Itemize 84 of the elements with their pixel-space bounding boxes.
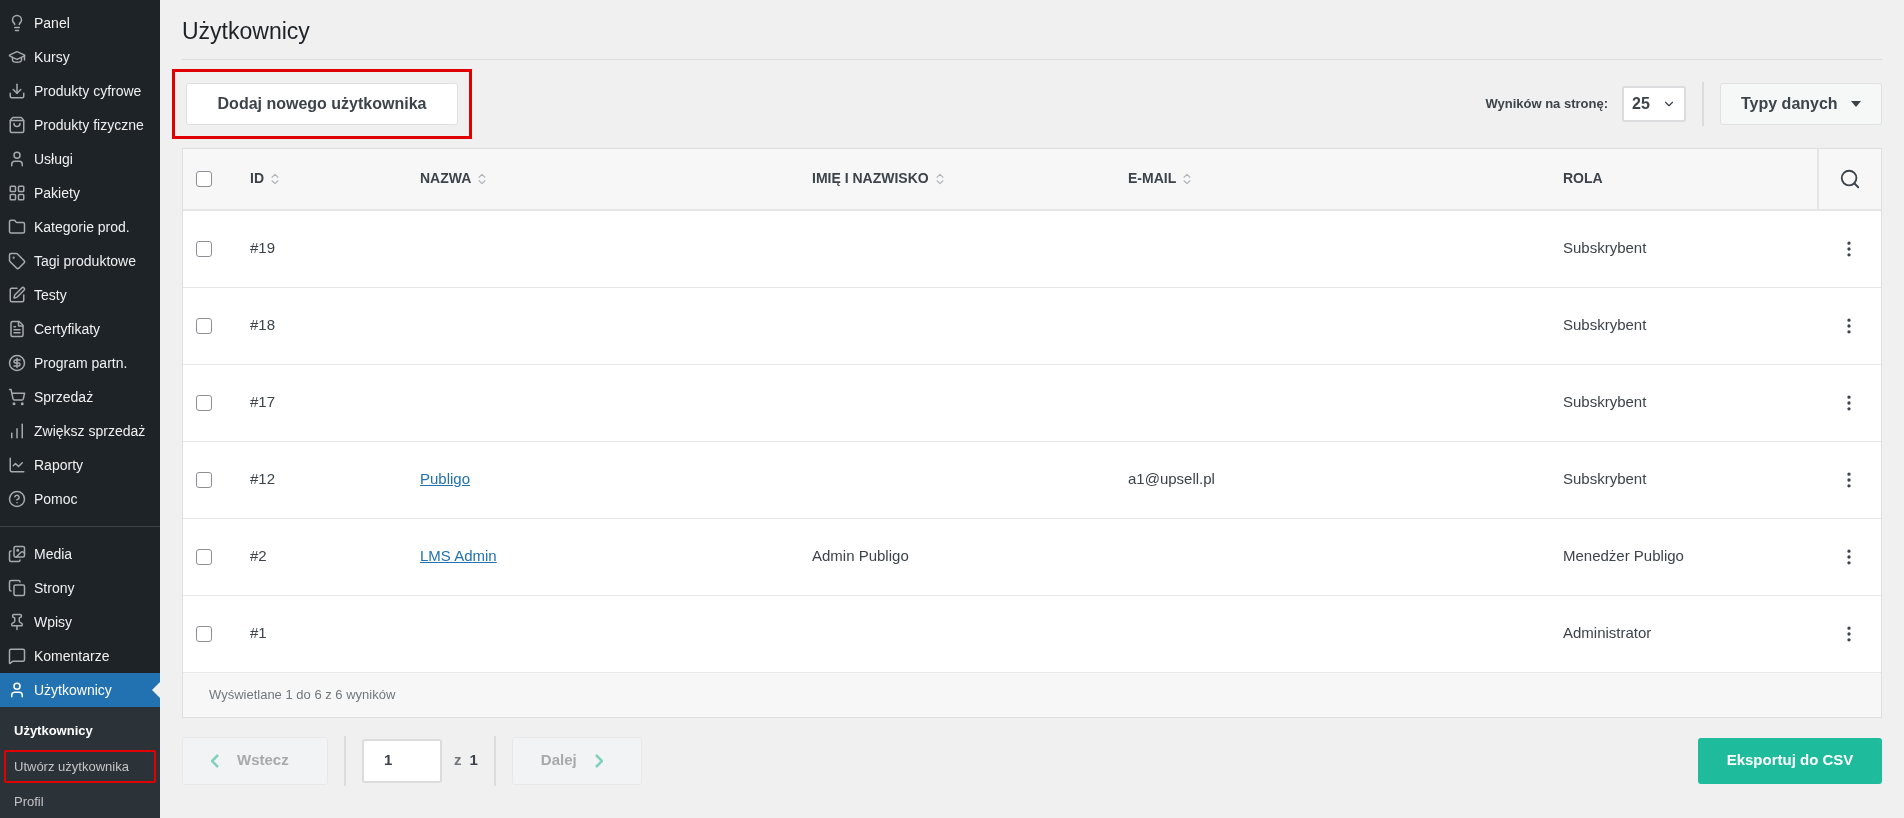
table-cell: #2 xyxy=(250,547,267,565)
sidebar-item[interactable]: Wpisy xyxy=(0,605,160,639)
table-cell: Admin Publigo xyxy=(812,547,909,565)
sidebar-item[interactable]: Program partn. xyxy=(0,346,160,380)
user-link[interactable]: LMS Admin xyxy=(420,547,497,565)
chevron-right-icon xyxy=(594,753,603,768)
table-cell: #1 xyxy=(250,624,267,642)
column-header[interactable]: ID xyxy=(250,168,282,189)
table-cell: Subskrybent xyxy=(1563,470,1647,488)
table-cell: Subskrybent xyxy=(1563,239,1647,257)
sidebar-item[interactable]: Usługi xyxy=(0,142,160,176)
column-header[interactable]: E-MAIL xyxy=(1128,168,1195,189)
column-header: ROLA xyxy=(1563,169,1603,188)
shopping-bag-icon xyxy=(8,116,26,134)
table-cell: Menedżer Publigo xyxy=(1563,547,1684,565)
table-cell: #19 xyxy=(250,239,276,257)
submenu-item[interactable]: Utwórz użytkownika xyxy=(4,749,156,783)
table-cell: Administrator xyxy=(1563,624,1652,642)
table-cell: #12 xyxy=(250,470,276,488)
per-page-select[interactable]: 25 xyxy=(1622,85,1686,122)
checkbox[interactable] xyxy=(196,548,212,565)
of-label: z xyxy=(454,750,462,771)
table-cell: #17 xyxy=(250,393,276,411)
sidebar-item[interactable]: Testy xyxy=(0,278,160,312)
tag-icon xyxy=(8,252,26,270)
sidebar-item[interactable]: Zwiększ sprzedaż xyxy=(0,414,160,448)
dollar-circle-icon xyxy=(8,354,26,372)
checkbox[interactable] xyxy=(196,170,212,187)
submenu-item[interactable]: Użytkownicy xyxy=(4,714,156,748)
document-icon xyxy=(8,320,26,338)
sidebar-item[interactable]: Kategorie prod. xyxy=(0,210,160,244)
total-pages: 1 xyxy=(469,750,478,771)
search-icon[interactable] xyxy=(1839,167,1861,190)
sidebar-item[interactable]: Produkty fizyczne xyxy=(0,108,160,142)
table-cell: #18 xyxy=(250,316,276,334)
page-title: Użytkownicy xyxy=(182,17,311,46)
download-icon xyxy=(8,82,26,100)
column-header[interactable]: IMIĘ I NAZWISKO xyxy=(812,168,947,189)
media-icon xyxy=(8,545,26,563)
page-input[interactable]: 1 xyxy=(362,738,442,783)
sidebar-item[interactable]: Produkty cyfrowe xyxy=(0,74,160,108)
cart-icon xyxy=(8,388,26,406)
comment-icon xyxy=(8,647,26,665)
grid-icon xyxy=(8,184,26,202)
submenu-item[interactable]: Profil xyxy=(4,785,156,818)
table-cell: Subskrybent xyxy=(1563,393,1647,411)
sidebar-item[interactable]: Pakiety xyxy=(0,176,160,210)
user-icon xyxy=(8,150,26,168)
results-summary: Wyświetlane 1 do 6 z 6 wyników xyxy=(209,685,396,704)
sidebar-item[interactable]: Pomoc xyxy=(0,482,160,516)
sidebar-item[interactable]: Komentarze xyxy=(0,639,160,673)
checkbox[interactable] xyxy=(196,394,212,411)
add-user-button[interactable]: Dodaj nowego użytkownika xyxy=(186,82,458,125)
sidebar-item[interactable]: Tagi produktowe xyxy=(0,244,160,278)
sidebar-item[interactable]: Strony xyxy=(0,571,160,605)
pin-icon xyxy=(8,613,26,631)
pages-icon xyxy=(8,579,26,597)
graduation-cap-icon xyxy=(8,48,26,66)
sidebar-item[interactable]: Kursy xyxy=(0,40,160,74)
sidebar-item[interactable]: Użytkownicy xyxy=(0,673,160,707)
line-chart-icon xyxy=(8,456,26,474)
user-link[interactable]: Publigo xyxy=(420,470,471,488)
table-cell: Subskrybent xyxy=(1563,316,1647,334)
pointer-icon xyxy=(152,682,160,698)
user-icon xyxy=(8,681,26,699)
sidebar-item[interactable]: Panel xyxy=(0,6,160,40)
caret-icon xyxy=(1851,100,1861,107)
checkbox[interactable] xyxy=(196,317,212,334)
sidebar-item[interactable]: Media xyxy=(0,537,160,571)
sidebar-item[interactable]: Sprzedaż xyxy=(0,380,160,414)
column-header[interactable]: NAZWA xyxy=(420,168,490,189)
data-types-button[interactable]: Typy danych xyxy=(1720,82,1882,125)
checkbox[interactable] xyxy=(196,625,212,642)
bar-chart-icon xyxy=(8,422,26,440)
folder-icon xyxy=(8,218,26,236)
sidebar-item[interactable]: Certyfikaty xyxy=(0,312,160,346)
per-page-label: Wyników na stronę: xyxy=(1485,94,1608,113)
chevron-left-icon xyxy=(211,753,219,768)
sidebar-item[interactable]: Raporty xyxy=(0,448,160,482)
checkbox[interactable] xyxy=(196,471,212,488)
checkbox[interactable] xyxy=(196,240,212,257)
table-cell: a1@upsell.pl xyxy=(1128,470,1215,488)
pen-square-icon xyxy=(8,286,26,304)
help-icon xyxy=(8,490,26,508)
